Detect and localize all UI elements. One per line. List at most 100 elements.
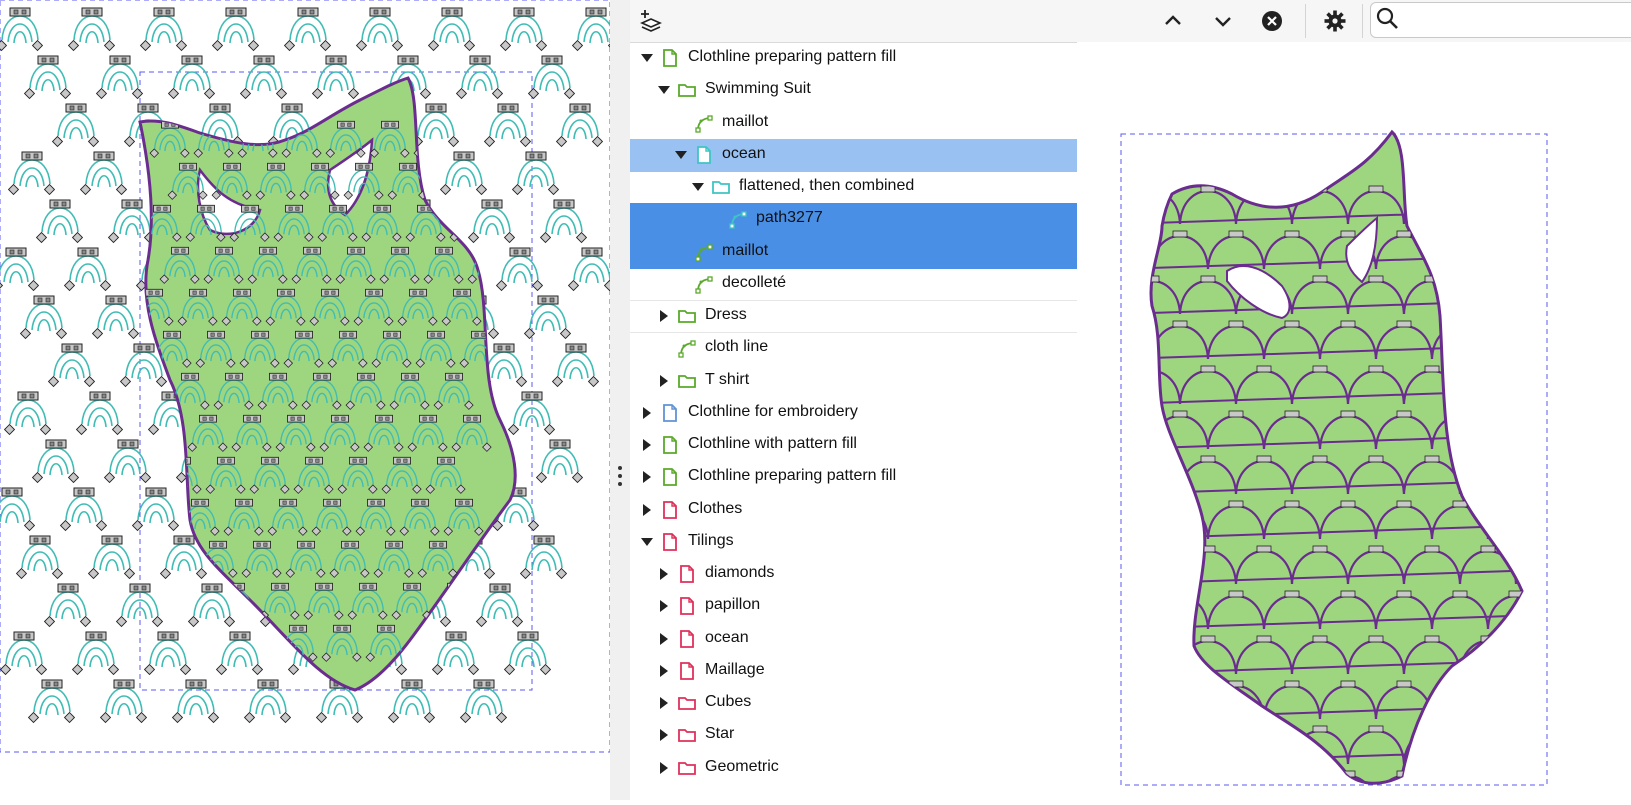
tree-row-label: Clothline preparing pattern fill	[688, 48, 897, 65]
pattern-arc	[1150, 549, 1182, 585]
expand-arrow-icon[interactable]	[657, 374, 671, 388]
expand-arrow-icon[interactable]	[657, 599, 671, 613]
pattern-node	[1508, 230, 1523, 238]
document-icon	[677, 661, 697, 681]
expand-arrow-icon[interactable]	[640, 438, 654, 452]
expand-arrow-icon[interactable]	[657, 567, 671, 581]
pattern-node	[1508, 770, 1523, 778]
expand-arrow-icon[interactable]	[657, 696, 671, 710]
pattern-motif	[511, 151, 560, 196]
pattern-node	[1396, 680, 1412, 688]
tree-row[interactable]: maillot	[630, 107, 1077, 140]
settings-button[interactable]	[1320, 6, 1350, 36]
tree-row[interactable]: decolleté	[630, 268, 1077, 301]
pattern-node	[1452, 410, 1468, 418]
tree-row[interactable]: Clothline with pattern fill	[630, 429, 1077, 462]
delete-button[interactable]	[1257, 6, 1287, 36]
tree-row[interactable]: papillon	[630, 590, 1077, 623]
pattern-motif	[23, 55, 72, 100]
tree-row-label: maillot	[722, 241, 769, 259]
move-down-button[interactable]	[1208, 6, 1238, 36]
tree-row[interactable]: Geometric	[630, 752, 1077, 785]
pattern-node	[1228, 320, 1244, 328]
expand-arrow-icon[interactable]	[657, 632, 671, 646]
divider-grip-icon[interactable]	[617, 466, 623, 490]
pattern-node	[1284, 320, 1300, 328]
tree-row-label: Geometric	[705, 757, 779, 775]
tree-row[interactable]: Clothline preparing pattern fill	[630, 461, 1077, 494]
tree-row[interactable]: Clothes	[630, 494, 1077, 527]
pattern-arc	[1150, 684, 1210, 720]
path-icon	[694, 274, 714, 294]
tree-row[interactable]: Star	[630, 719, 1077, 752]
tree-row-label: Dress	[705, 306, 747, 323]
pattern-node	[1424, 635, 1440, 643]
tree-row[interactable]: ocean	[630, 138, 1077, 172]
pattern-motif	[167, 55, 216, 100]
pattern-node	[1340, 590, 1356, 598]
collapse-arrow-icon[interactable]	[691, 180, 705, 194]
collapse-arrow-icon[interactable]	[640, 535, 654, 549]
tree-row[interactable]: cloth line	[630, 332, 1077, 365]
pattern-node	[1480, 185, 1496, 193]
pattern-arc	[1430, 234, 1490, 270]
pattern-node	[1256, 725, 1272, 733]
pattern-node	[1256, 455, 1272, 463]
expand-arrow-icon[interactable]	[657, 728, 671, 742]
pattern-motif	[0, 7, 44, 52]
pattern-arc	[1458, 369, 1518, 405]
tree-row[interactable]: Tilings	[630, 526, 1077, 559]
pattern-motif	[427, 7, 476, 52]
pattern-motif	[0, 247, 40, 292]
move-up-button[interactable]	[1158, 6, 1188, 36]
pattern-node	[1368, 275, 1384, 283]
folder-icon	[677, 758, 697, 778]
document-icon	[660, 532, 680, 552]
pattern-motif	[239, 55, 288, 100]
pattern-node	[1368, 635, 1384, 643]
tree-row[interactable]: path3277	[630, 203, 1077, 237]
tree-row[interactable]: ocean	[630, 623, 1077, 656]
pattern-node	[1150, 545, 1160, 553]
collapse-arrow-icon[interactable]	[674, 148, 688, 162]
pattern-arc	[1402, 189, 1462, 225]
pattern-arc	[1458, 279, 1518, 315]
drawing-canvas[interactable]	[0, 0, 610, 800]
collapse-arrow-icon[interactable]	[640, 51, 654, 65]
pattern-motif	[475, 583, 524, 628]
pattern-motif	[411, 103, 460, 148]
expand-arrow-icon[interactable]	[657, 664, 671, 678]
pattern-node	[1508, 320, 1523, 328]
expand-arrow-icon[interactable]	[640, 503, 654, 517]
pattern-motif	[311, 55, 360, 100]
tree-row[interactable]: T shirt	[630, 365, 1077, 398]
expand-arrow-icon[interactable]	[640, 470, 654, 484]
document-icon	[694, 145, 714, 165]
expand-arrow-icon[interactable]	[657, 761, 671, 775]
tree-row[interactable]: Clothline for embroidery	[630, 397, 1077, 430]
pattern-node	[1200, 725, 1216, 733]
tree-row[interactable]: Clothline preparing pattern fill	[630, 42, 1077, 75]
pattern-arc	[1206, 774, 1266, 784]
pattern-node	[1480, 455, 1496, 463]
pattern-node	[1340, 320, 1356, 328]
add-layer-button[interactable]	[636, 6, 666, 36]
tree-row[interactable]: Dress	[630, 300, 1077, 333]
tree-row[interactable]: Cubes	[630, 687, 1077, 720]
search-input[interactable]	[1370, 2, 1631, 38]
pattern-arc	[1430, 684, 1490, 720]
expand-arrow-icon[interactable]	[640, 406, 654, 420]
tree-row[interactable]: Maillage	[630, 655, 1077, 688]
pattern-arc	[1150, 729, 1182, 765]
expand-arrow-icon[interactable]	[657, 309, 671, 323]
document-icon	[660, 435, 680, 455]
tree-row[interactable]: diamonds	[630, 558, 1077, 591]
tree-row[interactable]: Swimming Suit	[630, 74, 1077, 107]
collapse-arrow-icon[interactable]	[657, 83, 671, 97]
canvas-drawing	[0, 0, 610, 753]
tree-row[interactable]: flattened, then combined	[630, 171, 1077, 204]
tree-row[interactable]: maillot	[630, 235, 1077, 269]
pattern-node	[1284, 770, 1300, 778]
panel-divider[interactable]	[610, 0, 631, 800]
pattern-arc	[1150, 774, 1210, 784]
